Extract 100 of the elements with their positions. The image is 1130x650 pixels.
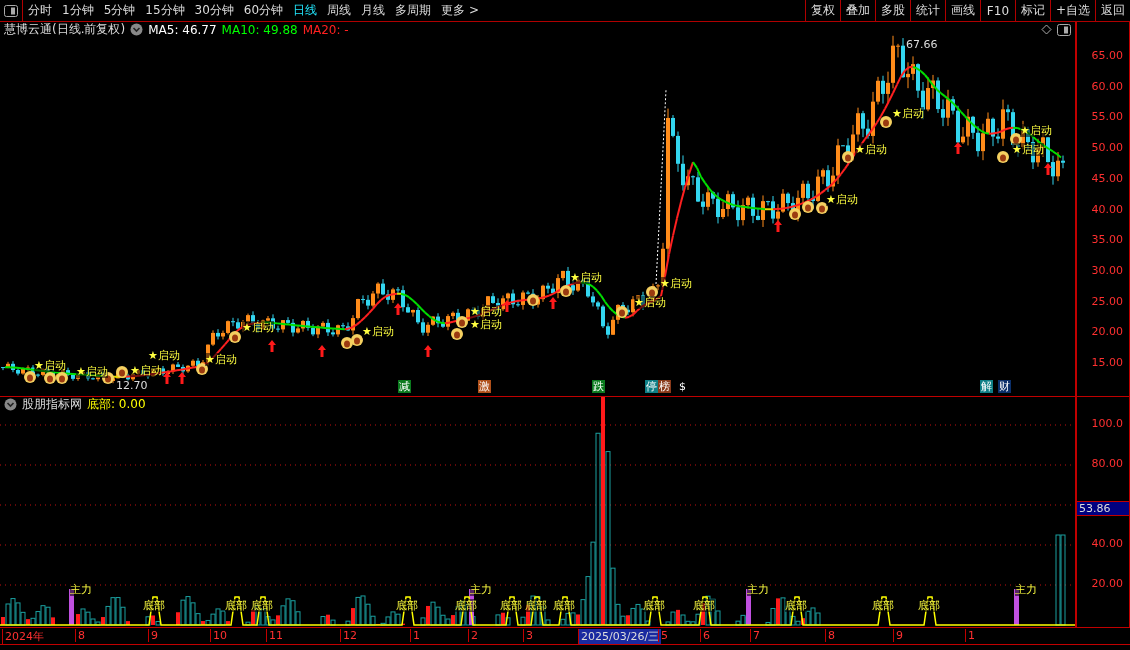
date-label: 10: [210, 629, 229, 642]
high-price-label: 67.66: [906, 38, 938, 51]
date-label: 6: [700, 629, 712, 642]
coin-icon: [646, 286, 658, 298]
panel-toggle-icon[interactable]: [1057, 23, 1071, 36]
period-tab[interactable]: 15分钟: [140, 0, 190, 21]
axis-label: 20.00: [1091, 577, 1123, 590]
period-tab[interactable]: 月线: [356, 0, 391, 21]
axis-label: 20.00: [1091, 325, 1123, 339]
panel-toggle-icon[interactable]: [4, 4, 18, 17]
indicator-reading: 底部: 0.00: [87, 396, 146, 413]
event-tag[interactable]: 财: [998, 380, 1011, 393]
coin-icon: [44, 372, 56, 384]
signal-label: ★启动: [130, 364, 162, 377]
period-tab[interactable]: 多周期: [390, 0, 437, 21]
period-tab[interactable]: 分时: [23, 0, 57, 21]
axis-label: 55.00: [1091, 110, 1123, 124]
date-label: 11: [266, 629, 285, 642]
signal-label: 底部: [553, 599, 575, 612]
toolbar-button[interactable]: 统计: [909, 0, 945, 21]
signal-label: 底部: [455, 599, 477, 612]
event-tag[interactable]: 减: [398, 380, 411, 393]
axis-label: 40.00: [1091, 537, 1123, 550]
up-arrow-icon: [774, 220, 782, 232]
axis-label: 50.00: [1091, 141, 1123, 155]
period-tab[interactable]: 5分钟: [98, 0, 141, 21]
signal-label: ★启动: [1012, 143, 1044, 156]
signal-label: ★启动: [826, 193, 858, 206]
toolbar-button[interactable]: 复权: [804, 0, 840, 21]
date-label: 8: [825, 629, 837, 642]
period-tab[interactable]: 1分钟: [57, 0, 99, 21]
date-label: 1: [410, 629, 422, 642]
toolbar-button[interactable]: 返回: [1095, 0, 1130, 21]
event-tag[interactable]: 跌: [592, 380, 605, 393]
signal-label: 主力: [1015, 583, 1037, 596]
toolbar-button[interactable]: +自选: [1049, 0, 1095, 21]
indicator-value: MA20: -: [302, 22, 349, 37]
coin-icon: [56, 372, 68, 384]
date-label: 9: [148, 629, 160, 642]
period-tab[interactable]: 30分钟: [189, 0, 239, 21]
date-label: 2: [468, 629, 480, 642]
coin-icon: [527, 294, 539, 306]
stock-title: 慧博云通(日线.前复权): [4, 21, 126, 38]
coin-icon: [451, 328, 463, 340]
period-tab[interactable]: 更多 >: [436, 0, 484, 21]
signal-label: 底部: [225, 599, 247, 612]
signal-label: 底部: [693, 599, 715, 612]
dropdown-icon[interactable]: [4, 398, 17, 411]
coin-icon: [351, 334, 363, 346]
signal-label: ★启动: [660, 277, 692, 290]
toolbar-button[interactable]: 标记: [1014, 0, 1050, 21]
coin-icon: [456, 316, 468, 328]
axis-label: 30.00: [1091, 263, 1123, 277]
period-tab[interactable]: 60分钟: [238, 0, 289, 21]
cursor-value: 53.86: [1077, 501, 1129, 516]
up-arrow-icon: [424, 345, 432, 357]
event-tag[interactable]: 解: [980, 380, 993, 393]
signal-label: 底部: [251, 599, 273, 612]
period-tab[interactable]: 日线: [288, 0, 323, 21]
axis-label: 65.00: [1091, 49, 1123, 62]
coin-icon: [116, 366, 128, 378]
signal-label: 底部: [396, 599, 418, 612]
signal-label: 底部: [643, 599, 665, 612]
toolbar-button[interactable]: 多股: [874, 0, 910, 21]
indicator-value: MA10: 49.88: [221, 22, 298, 37]
axis-label: 40.00: [1091, 202, 1123, 216]
coin-icon: [880, 116, 892, 128]
event-tag[interactable]: 停: [645, 380, 658, 393]
signal-label: ★启动: [892, 107, 924, 120]
dropdown-icon[interactable]: [130, 23, 144, 36]
coin-icon: [24, 371, 36, 383]
period-tab[interactable]: 周线: [322, 0, 357, 21]
event-tag[interactable]: 激: [478, 380, 491, 393]
coin-icon: [842, 151, 854, 163]
up-arrow-icon: [954, 142, 962, 154]
signal-label: ★启动: [148, 349, 180, 362]
signal-label: ★启动: [76, 365, 108, 378]
coin-icon: [229, 331, 241, 343]
coin-icon: [616, 306, 628, 318]
toolbar-button[interactable]: F10: [979, 0, 1015, 21]
indicator-title: 股朋指标网: [22, 396, 82, 413]
signal-label: 底部: [143, 599, 165, 612]
coin-icon: [560, 285, 572, 297]
up-arrow-icon: [163, 372, 171, 384]
up-arrow-icon: [1044, 163, 1052, 175]
up-arrow-icon: [268, 340, 276, 352]
axis-label: 25.00: [1091, 294, 1123, 308]
toolbar-button[interactable]: 画线: [944, 0, 980, 21]
up-arrow-icon: [503, 300, 511, 312]
event-tag[interactable]: 榜: [658, 380, 671, 393]
event-tag[interactable]: $: [678, 380, 687, 393]
signal-label: ★启动: [470, 305, 502, 318]
diamond-icon[interactable]: [1041, 24, 1052, 35]
axis-label: 35.00: [1091, 233, 1123, 247]
date-label: 3: [523, 629, 535, 642]
signal-label: ★启动: [570, 271, 602, 284]
coin-icon: [816, 202, 828, 214]
toolbar-button[interactable]: 叠加: [839, 0, 875, 21]
date-label: 2025/03/26/三: [578, 629, 662, 644]
up-arrow-icon: [318, 345, 326, 357]
